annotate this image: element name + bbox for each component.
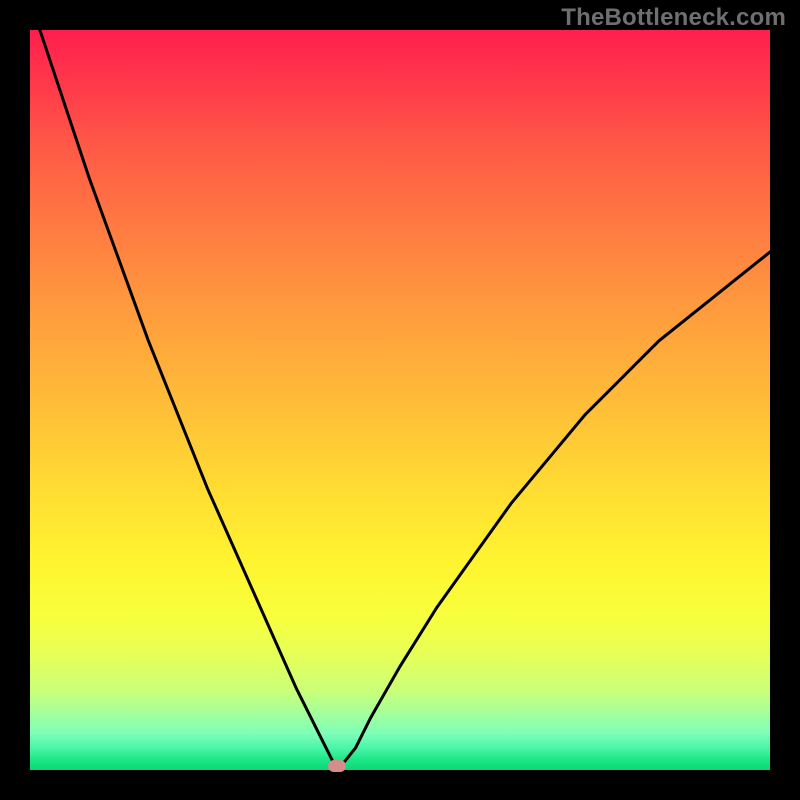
chart-frame: TheBottleneck.com <box>0 0 800 800</box>
curve-path <box>30 30 770 766</box>
watermark-text: TheBottleneck.com <box>561 4 786 32</box>
curve-svg <box>30 30 770 770</box>
plot-area <box>30 30 770 770</box>
minimum-marker <box>328 760 346 772</box>
